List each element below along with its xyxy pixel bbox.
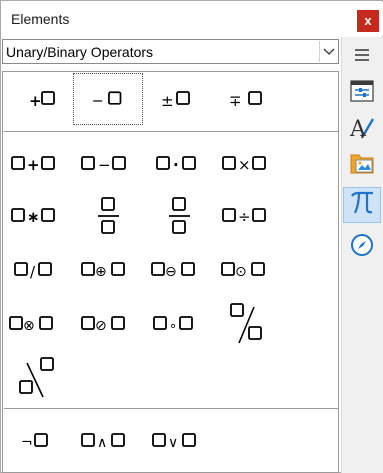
properties-icon [350, 79, 374, 107]
chevron-down-icon[interactable] [319, 41, 337, 62]
element-fraction[interactable] [77, 191, 143, 241]
navigator-icon [350, 233, 374, 262]
element-multiplication-dot[interactable]: · [151, 141, 217, 185]
sidebar-item-navigator[interactable] [343, 229, 381, 265]
section-divider [4, 408, 339, 409]
operator-symbol: / [30, 263, 36, 281]
operator-symbol: + [27, 156, 40, 174]
element-composition[interactable]: ∘ [147, 301, 213, 345]
element-plus-unary[interactable]: + [9, 77, 75, 121]
operator-symbol: ÷ [238, 208, 251, 226]
element-boolean-and[interactable]: ∧ [77, 419, 143, 463]
operator-symbol: − [92, 94, 104, 110]
operator-symbol: ∘ [169, 319, 177, 334]
operator-symbol: ± [161, 92, 174, 110]
gallery-icon [349, 151, 375, 180]
category-select-value: Unary/Binary Operators [6, 44, 154, 60]
element-minus-plus[interactable]: ∓ [219, 77, 285, 121]
element-circled-dot[interactable]: ⊙ [215, 247, 281, 291]
elements-deck: Elements x Unary/Binary Operators A + − … [0, 0, 383, 473]
element-circled-times[interactable]: ⊗ [5, 301, 71, 345]
sidebar-item-styles[interactable]: A [343, 111, 381, 147]
element-addition[interactable]: + [5, 141, 71, 185]
operator-symbol: ⊘ [95, 318, 107, 334]
element-circled-plus[interactable]: ⊕ [77, 247, 143, 291]
element-slash[interactable]: / [5, 247, 71, 291]
operator-symbol: − [98, 156, 111, 174]
menu-icon [354, 48, 370, 67]
element-boolean-not[interactable]: ¬ [9, 419, 75, 463]
operator-symbol: ⊙ [235, 264, 247, 280]
category-select[interactable]: Unary/Binary Operators [2, 39, 339, 64]
operator-symbol: ∨ [168, 435, 178, 451]
element-division[interactable]: ÷ [215, 193, 281, 237]
sidebar-item-gallery[interactable] [343, 147, 381, 183]
element-plus-minus[interactable]: ± [149, 77, 215, 121]
element-subtraction[interactable]: − [77, 141, 143, 185]
title-bar: Elements x [2, 2, 383, 36]
operator-symbol: ¬ [21, 435, 33, 451]
sidebar-item-properties[interactable] [343, 75, 381, 111]
operator-symbol: ⊖ [165, 264, 177, 280]
operator-symbol: ∓ [229, 92, 242, 110]
operator-symbol: · [173, 156, 179, 174]
svg-text:A: A [349, 117, 367, 140]
element-circled-minus[interactable]: ⊖ [147, 247, 213, 291]
element-wide-slash[interactable] [219, 297, 285, 349]
section-divider [4, 131, 339, 132]
element-fraction-wide[interactable] [145, 191, 211, 241]
panel-title: Elements [11, 11, 70, 27]
close-button[interactable]: x [357, 10, 379, 32]
element-minus-unary[interactable]: − [73, 73, 143, 125]
styles-icon: A [349, 114, 375, 145]
operator-symbol: ⊗ [23, 318, 35, 334]
sidebar-tabbar: A [341, 37, 383, 473]
element-multiplication-cross[interactable]: × [215, 141, 281, 185]
element-boolean-or[interactable]: ∨ [147, 419, 213, 463]
element-wide-backslash[interactable] [9, 351, 75, 403]
operator-symbol: ∧ [97, 435, 107, 451]
operator-symbol: × [238, 156, 251, 174]
operator-symbol: ⊕ [95, 264, 107, 280]
element-asterisk[interactable]: ∗ [5, 193, 71, 237]
math-elements-icon [349, 190, 375, 221]
sidebar-menu-button[interactable] [343, 39, 381, 75]
operator-symbol: + [29, 92, 42, 110]
sidebar-item-elements[interactable] [343, 187, 381, 223]
element-circled-slash[interactable]: ⊘ [77, 301, 143, 345]
operator-symbol: ∗ [27, 208, 40, 226]
